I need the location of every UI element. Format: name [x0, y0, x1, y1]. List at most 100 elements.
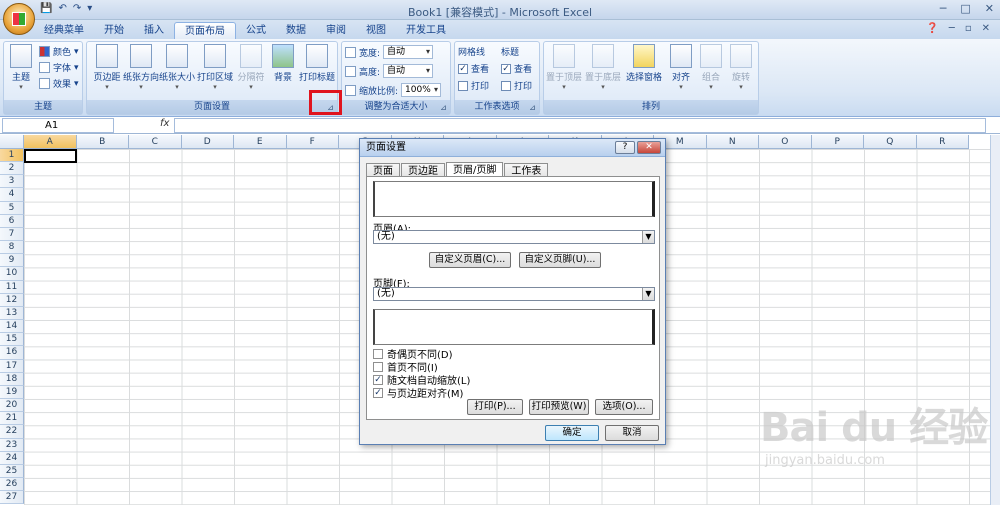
rotate-button[interactable]: 旋转 ▾	[726, 44, 756, 91]
column-header[interactable]: O	[759, 135, 812, 149]
selection-pane-button[interactable]: 选择窗格	[624, 44, 664, 83]
effects-button[interactable]: 效果 ▾	[39, 77, 79, 90]
checkbox-unchecked[interactable]	[458, 80, 468, 91]
checkbox-unchecked[interactable]	[501, 80, 511, 91]
dialog-help-button[interactable]: ?	[615, 141, 635, 154]
column-header[interactable]: A	[24, 135, 77, 149]
bring-front-button[interactable]: 置于顶层 ▾	[546, 44, 582, 91]
print-button[interactable]: 打印(P)...	[467, 399, 523, 415]
row-header[interactable]: 27	[0, 491, 24, 505]
column-header[interactable]: Q	[864, 135, 917, 149]
cancel-button[interactable]: 取消	[605, 425, 659, 441]
column-header[interactable]: N	[706, 135, 759, 149]
fonts-button[interactable]: 字体 ▾	[39, 61, 79, 74]
scale-spinner[interactable]: 100%	[401, 83, 442, 97]
row-header[interactable]: 15	[0, 333, 24, 347]
row-header[interactable]: 3	[0, 175, 24, 189]
column-header[interactable]: B	[76, 135, 129, 149]
row-header[interactable]: 7	[0, 227, 24, 242]
colors-button[interactable]: 颜色 ▾	[39, 45, 79, 58]
row-header[interactable]: 23	[0, 438, 24, 452]
headings-view-check[interactable]: ✓ 查看	[501, 62, 532, 75]
select-all-corner[interactable]	[0, 135, 24, 149]
margins-button[interactable]: 页边距 ▾	[89, 44, 125, 91]
send-back-button[interactable]: 置于底层 ▾	[585, 44, 621, 91]
vertical-scrollbar[interactable]	[990, 135, 1000, 505]
background-button[interactable]: 背景	[265, 44, 301, 83]
scale-launcher-icon[interactable]: ⊿	[439, 103, 448, 112]
office-button[interactable]	[3, 3, 35, 35]
dialog-close-button[interactable]: ✕	[637, 141, 661, 154]
orientation-button[interactable]: 纸张方向 ▾	[123, 44, 159, 91]
tab-page-layout[interactable]: 页面布局	[174, 22, 236, 39]
print-area-button[interactable]: 打印区域 ▾	[197, 44, 233, 91]
gridlines-view-check[interactable]: ✓ 查看	[458, 62, 489, 75]
row-header[interactable]: 16	[0, 346, 24, 360]
row-header[interactable]: 2	[0, 162, 24, 176]
row-header[interactable]: 18	[0, 372, 24, 386]
checkbox-checked[interactable]: ✓	[373, 387, 383, 398]
align-margins-check[interactable]: ✓ 与页边距对齐(M)	[373, 385, 463, 400]
checkbox-unchecked[interactable]	[373, 361, 383, 372]
tab-classic-menu[interactable]: 经典菜单	[34, 22, 94, 39]
row-header[interactable]: 26	[0, 478, 24, 492]
tab-data[interactable]: 数据	[276, 22, 316, 39]
ribbon-restore-icon[interactable]: ▫	[965, 23, 972, 34]
row-header[interactable]: 22	[0, 425, 24, 439]
align-button[interactable]: 对齐 ▾	[666, 44, 696, 91]
header-select[interactable]: (无) ▼	[373, 230, 655, 244]
ok-button[interactable]: 确定	[545, 425, 599, 441]
width-dropdown[interactable]: 自动	[383, 45, 434, 59]
footer-select[interactable]: (无) ▼	[373, 287, 655, 301]
print-preview-button[interactable]: 打印预览(W)	[529, 399, 589, 415]
column-header[interactable]: D	[181, 135, 234, 149]
row-header[interactable]: 14	[0, 320, 24, 334]
maximize-icon[interactable]: □	[960, 2, 970, 15]
custom-footer-button[interactable]: 自定义页脚(U)...	[519, 252, 601, 268]
formula-input[interactable]	[174, 118, 986, 133]
gridlines-print-check[interactable]: 打印	[458, 79, 489, 92]
row-header[interactable]: 21	[0, 412, 24, 426]
row-header[interactable]: 20	[0, 399, 24, 413]
active-cell-a1[interactable]	[24, 149, 77, 163]
row-header[interactable]: 24	[0, 451, 24, 465]
tab-home[interactable]: 开始	[94, 22, 134, 39]
ribbon-minimize-icon[interactable]: ─	[949, 23, 955, 34]
name-box[interactable]: A1	[2, 118, 114, 133]
column-header[interactable]: F	[286, 135, 339, 149]
breaks-button[interactable]: 分隔符 ▾	[233, 44, 269, 91]
row-header[interactable]: 5	[0, 201, 24, 215]
fx-icon[interactable]: fx	[160, 118, 169, 129]
column-header[interactable]: C	[129, 135, 182, 149]
column-header[interactable]: P	[811, 135, 864, 149]
tab-review[interactable]: 审阅	[316, 22, 356, 39]
row-header[interactable]: 8	[0, 241, 24, 255]
themes-button[interactable]: 主题 ▾	[6, 44, 36, 91]
tab-view[interactable]: 视图	[356, 22, 396, 39]
sheet-options-launcher-icon[interactable]: ⊿	[528, 103, 537, 112]
row-header[interactable]: 19	[0, 385, 24, 400]
row-header[interactable]: 12	[0, 293, 24, 307]
row-header[interactable]: 1	[0, 149, 24, 163]
row-header[interactable]: 9	[0, 254, 24, 268]
row-header[interactable]: 17	[0, 359, 24, 373]
row-header[interactable]: 6	[0, 214, 24, 228]
column-header[interactable]: E	[234, 135, 287, 149]
minimize-icon[interactable]: ─	[940, 2, 947, 15]
custom-header-button[interactable]: 自定义页眉(C)...	[429, 252, 511, 268]
headings-print-check[interactable]: 打印	[501, 79, 532, 92]
checkbox-checked[interactable]: ✓	[458, 63, 468, 74]
height-dropdown[interactable]: 自动	[383, 64, 434, 78]
checkbox-checked[interactable]: ✓	[373, 374, 383, 385]
column-header[interactable]: R	[916, 135, 969, 149]
ribbon-close-icon[interactable]: ✕	[982, 23, 990, 34]
tab-formulas[interactable]: 公式	[236, 22, 276, 39]
row-header[interactable]: 11	[0, 280, 24, 294]
size-button[interactable]: 纸张大小 ▾	[159, 44, 195, 91]
tab-insert[interactable]: 插入	[134, 22, 174, 39]
row-header[interactable]: 10	[0, 267, 24, 281]
checkbox-checked[interactable]: ✓	[501, 63, 511, 74]
row-header[interactable]: 25	[0, 464, 24, 478]
help-icon[interactable]: ❓	[926, 23, 938, 34]
tab-developer[interactable]: 开发工具	[396, 22, 456, 39]
